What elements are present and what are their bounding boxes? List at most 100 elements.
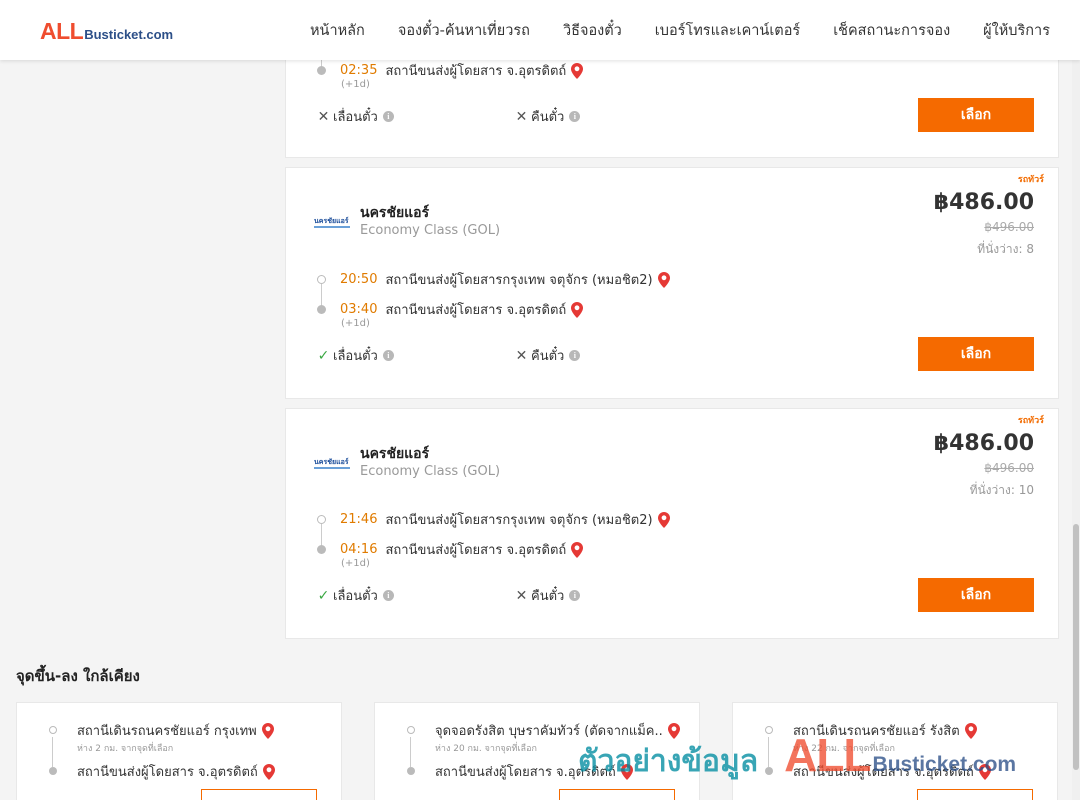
reschedule-option: ✓ เลื่อนตั๋ว i [317, 345, 394, 366]
arrival-dot [317, 66, 326, 75]
nearby-select-button[interactable] [559, 789, 675, 800]
info-icon[interactable]: i [382, 111, 394, 122]
bus-class: Economy Class (GOL) [360, 223, 501, 238]
refund-option: ✕ คืนตั๋ว i [515, 345, 581, 366]
departure-dot [317, 275, 326, 284]
operator-info: นครชัยแอร์ นครชัยแอร์ Economy Class (GOL… [314, 204, 500, 240]
departure-station: สถานีขนส่งผู้โดยสารกรุงเทพ จตุจักร (หมอช… [385, 273, 653, 288]
info-icon[interactable]: i [382, 350, 394, 361]
watermark-all: ALL [784, 729, 871, 781]
reschedule-option: ✓ เลื่อนตั๋ว i [317, 585, 394, 606]
map-pin-icon[interactable] [571, 301, 584, 318]
bus-type-tag: รถทัวร์ [1017, 416, 1044, 426]
operator-name: นครชัยแอร์ [360, 205, 430, 221]
arrival-stop: 03:40 สถานีขนส่งผู้โดยสาร จ.อุตรดิตถ์ [317, 299, 584, 320]
bus-type-tag: รถทัวร์ [1017, 175, 1044, 185]
nearby-from-station: สถานีเดินรถนครชัยแอร์ กรุงเทพ [77, 724, 257, 739]
trip-card-partial: 02:35 สถานีขนส่งผู้โดยสาร จ.อุตรดิตถ์ (+… [285, 50, 1059, 158]
info-icon[interactable]: i [569, 111, 581, 122]
nearby-to: สถานีขนส่งผู้โดยสาร จ.อุตรดิตถ์ [77, 761, 275, 782]
nav-home[interactable]: หน้าหลัก [310, 19, 365, 42]
nearby-select-button[interactable] [201, 789, 317, 800]
check-icon: ✓ [317, 587, 330, 604]
nav-contacts[interactable]: เบอร์โทรและเคาน์เตอร์ [655, 19, 800, 42]
nearby-distance: ห่าง 2 กม. จากจุดที่เลือก [77, 744, 174, 754]
from-dot [49, 726, 57, 734]
operator-info: นครชัยแอร์ นครชัยแอร์ Economy Class (GOL… [314, 445, 500, 481]
nav-operators[interactable]: ผู้ให้บริการ [983, 19, 1050, 42]
arrival-station: สถานีขนส่งผู้โดยสาร จ.อุตรดิตถ์ [385, 303, 567, 318]
arrival-station: สถานีขนส่งผู้โดยสาร จ.อุตรดิตถ์ [385, 64, 567, 79]
nav-booking[interactable]: จองตั๋ว-ค้นหาเที่ยวรถ [398, 19, 530, 42]
operator-name: นครชัยแอร์ [360, 446, 430, 462]
reschedule-label: เลื่อนตั๋ว [333, 110, 378, 125]
select-button[interactable]: เลือก [918, 337, 1034, 371]
nearby-select-button[interactable] [917, 789, 1033, 800]
nearby-title: จุดขึ้น-ลง ใกล้เคียง [16, 667, 140, 685]
arrival-station: สถานีขนส่งผู้โดยสาร จ.อุตรดิตถ์ [385, 543, 567, 558]
trip-card: รถทัวร์ นครชัยแอร์ นครชัยแอร์ Economy Cl… [285, 167, 1059, 399]
site-logo[interactable]: ALL Busticket.com [40, 18, 173, 45]
departure-dot [317, 515, 326, 524]
watermark: ตัวอย่างข้อมูล ALL Busticket.com [578, 728, 1016, 785]
plus-day: (+1d) [341, 79, 370, 90]
departure-time: 21:46 [340, 512, 378, 527]
old-price: ฿496.00 [984, 461, 1034, 475]
operator-logo: นครชัยแอร์ [314, 215, 350, 229]
cross-icon: ✕ [317, 108, 330, 125]
info-icon[interactable]: i [382, 590, 394, 601]
arrival-stop: 02:35 สถานีขนส่งผู้โดยสาร จ.อุตรดิตถ์ [317, 60, 584, 81]
nearby-from: สถานีเดินรถนครชัยแอร์ กรุงเทพ [77, 720, 274, 741]
to-dot [407, 767, 415, 775]
route-line [410, 737, 411, 767]
nav-check-status[interactable]: เช็คสถานะการจอง [833, 19, 950, 42]
from-dot [407, 726, 415, 734]
arrival-time: 02:35 [340, 63, 378, 78]
info-icon[interactable]: i [569, 350, 581, 361]
plus-day: (+1d) [341, 318, 370, 329]
reschedule-label: เลื่อนตั๋ว [333, 349, 378, 364]
departure-time: 20:50 [340, 272, 378, 287]
arrival-time: 04:16 [340, 542, 378, 557]
reschedule-label: เลื่อนตั๋ว [333, 589, 378, 604]
check-icon: ✓ [317, 347, 330, 364]
departure-stop: 21:46 สถานีขนส่งผู้โดยสารกรุงเทพ จตุจักร… [317, 509, 670, 530]
select-button[interactable]: เลือก [918, 98, 1034, 132]
nav-how-to-book[interactable]: วิธีจองตั๋ว [563, 19, 622, 42]
map-pin-icon[interactable] [261, 722, 274, 739]
refund-label: คืนตั๋ว [531, 349, 565, 364]
site-header: ALL Busticket.com หน้าหลัก จองตั๋ว-ค้นหา… [0, 0, 1080, 60]
select-button[interactable]: เลือก [918, 578, 1034, 612]
refund-option: ✕ คืนตั๋ว i [515, 106, 581, 127]
logo-busticket: Busticket.com [84, 27, 174, 42]
map-pin-icon[interactable] [657, 511, 670, 528]
cross-icon: ✕ [515, 347, 528, 364]
nearby-card[interactable]: สถานีเดินรถนครชัยแอร์ กรุงเทพ ห่าง 2 กม.… [16, 702, 342, 800]
to-dot [49, 767, 57, 775]
page-scrollbar[interactable] [1072, 60, 1080, 800]
cross-icon: ✕ [515, 108, 528, 125]
route-line [52, 737, 53, 767]
map-pin-icon[interactable] [262, 763, 275, 780]
map-pin-icon[interactable] [571, 62, 584, 79]
watermark-text: ตัวอย่างข้อมูล [578, 744, 759, 779]
info-icon[interactable]: i [569, 590, 581, 601]
logo-all: ALL [40, 18, 84, 44]
nearby-to-station: สถานีขนส่งผู้โดยสาร จ.อุตรดิตถ์ [77, 765, 258, 780]
operator-logo: นครชัยแอร์ [314, 456, 350, 470]
watermark-busticket: Busticket.com [872, 753, 1017, 776]
scrollbar-thumb[interactable] [1073, 524, 1079, 770]
reschedule-option: ✕ เลื่อนตั๋ว i [317, 106, 394, 127]
price: ฿486.00 [933, 190, 1034, 215]
map-pin-icon[interactable] [571, 541, 584, 558]
trip-card: รถทัวร์ นครชัยแอร์ นครชัยแอร์ Economy Cl… [285, 408, 1059, 639]
seats-available: ที่นั่งว่าง: 8 [977, 242, 1034, 256]
departure-station: สถานีขนส่งผู้โดยสารกรุงเทพ จตุจักร (หมอช… [385, 513, 653, 528]
map-pin-icon[interactable] [657, 271, 670, 288]
arrival-stop: 04:16 สถานีขนส่งผู้โดยสาร จ.อุตรดิตถ์ [317, 539, 584, 560]
refund-option: ✕ คืนตั๋ว i [515, 585, 581, 606]
seats-available: ที่นั่งว่าง: 10 [969, 483, 1034, 497]
departure-stop: 20:50 สถานีขนส่งผู้โดยสารกรุงเทพ จตุจักร… [317, 269, 670, 290]
plus-day: (+1d) [341, 558, 370, 569]
arrival-time: 03:40 [340, 302, 378, 317]
